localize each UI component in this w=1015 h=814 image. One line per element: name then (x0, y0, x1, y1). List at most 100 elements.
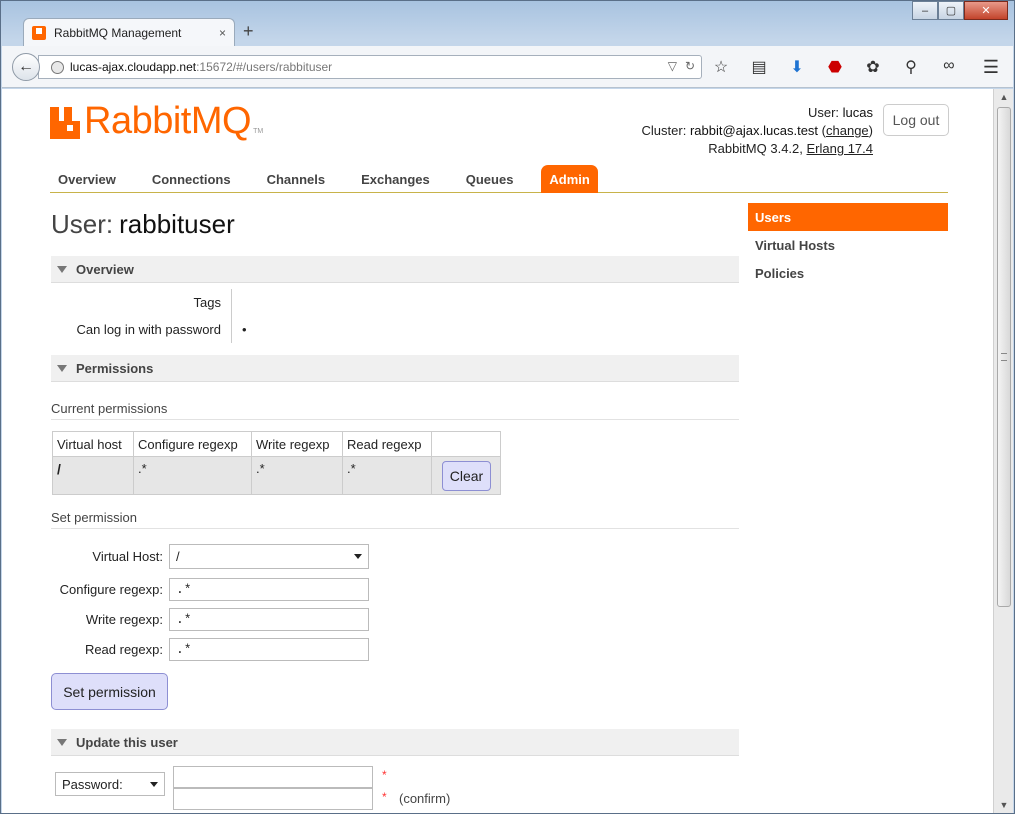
read-label: Read regexp: (84, 642, 163, 657)
table-row: / .* .* .* Clear (52, 456, 501, 495)
write-form-row: Write regexp: .* (51, 608, 369, 631)
clear-permission-button[interactable]: Clear (442, 461, 491, 491)
write-cell: .* (251, 456, 343, 495)
required-marker: * (382, 768, 387, 782)
navigation-toolbar: lucas-ajax.cloudapp.net:15672/#/users/ra… (2, 46, 1013, 88)
column-header: Write regexp (251, 431, 343, 457)
tab-admin[interactable]: Admin (541, 165, 598, 193)
required-marker: * (382, 790, 387, 804)
browser-tab[interactable]: RabbitMQ Management × (23, 18, 235, 46)
adblock-icon[interactable]: ⬣ (824, 57, 846, 77)
sidebar-item-users[interactable]: Users (748, 203, 948, 231)
scroll-down-arrow-icon[interactable]: ▼ (994, 797, 1014, 813)
search-extension-icon[interactable]: ⚲ (900, 57, 922, 77)
logo-text: RabbitMQ (84, 100, 252, 142)
back-button[interactable]: ← (12, 53, 40, 81)
page-title: User: rabbituser (51, 209, 235, 240)
main-tabs: Overview Connections Channels Exchanges … (50, 165, 948, 193)
collapse-triangle-icon (57, 364, 67, 372)
password-input[interactable] (173, 766, 373, 788)
browser-window: – ▢ ✕ RabbitMQ Management × + lucas-ajax… (0, 0, 1015, 814)
tab-queues[interactable]: Queues (458, 165, 522, 193)
tab-connections[interactable]: Connections (144, 165, 239, 193)
hamburger-menu-icon[interactable]: ☰ (983, 57, 999, 78)
window-controls: – ▢ ✕ (912, 1, 1008, 20)
vhost-select[interactable]: / (169, 544, 369, 569)
configure-regexp-input[interactable]: .* (169, 578, 369, 601)
back-arrow-icon: ← (18, 58, 34, 75)
cluster-label: Cluster: (641, 123, 687, 138)
tab-title: RabbitMQ Management (54, 25, 182, 40)
vhost-label: Virtual Host: (92, 549, 163, 564)
user-label: User: (807, 105, 840, 120)
reload-icon[interactable]: ↻ (685, 59, 695, 73)
tab-close-icon[interactable]: × (219, 26, 226, 40)
column-header: Configure regexp (133, 431, 252, 457)
password-login-value: • (242, 322, 247, 337)
minimize-button[interactable]: – (912, 1, 938, 20)
address-bar[interactable]: lucas-ajax.cloudapp.net:15672/#/users/ra… (38, 55, 702, 79)
chevron-down-icon (150, 781, 158, 787)
reading-list-icon[interactable]: ▤ (748, 57, 770, 77)
confirm-label: (confirm) (399, 791, 451, 806)
read-regexp-input[interactable]: .* (169, 638, 369, 661)
password-login-label: Can log in with password (51, 316, 232, 343)
tab-overview[interactable]: Overview (50, 165, 124, 193)
url-tools: ▽ ↻ (668, 59, 695, 73)
version-text: RabbitMQ 3.4.2, (708, 141, 803, 156)
rabbitmq-logo-icon (50, 107, 80, 139)
new-tab-button[interactable]: + (243, 21, 254, 42)
column-header: Virtual host (52, 431, 134, 457)
set-permission-button[interactable]: Set permission (51, 673, 168, 710)
user-value: lucas (842, 105, 873, 120)
column-header: Read regexp (342, 431, 432, 457)
password-confirm-input[interactable] (173, 788, 373, 810)
download-icon[interactable]: ⬇ (786, 57, 808, 77)
url-host: lucas-ajax.cloudapp.net (70, 60, 197, 74)
update-user-heading: Update this user (76, 734, 178, 750)
configure-cell: .* (133, 456, 252, 495)
rabbitmq-favicon-icon (32, 25, 46, 40)
configure-label: Configure regexp: (59, 582, 163, 597)
current-permissions-heading: Current permissions (51, 401, 739, 420)
logo-trademark: TM (253, 128, 264, 135)
change-cluster-link[interactable]: change (826, 123, 869, 138)
read-cell: .* (342, 456, 432, 495)
scroll-up-arrow-icon[interactable]: ▲ (994, 89, 1014, 105)
tab-exchanges[interactable]: Exchanges (353, 165, 438, 193)
close-window-button[interactable]: ✕ (964, 1, 1008, 20)
bookmark-star-icon[interactable]: ☆ (710, 57, 732, 77)
update-user-section-toggle[interactable]: Update this user (51, 729, 739, 756)
toolbar-icons: ☆ ▤ ⬇ ⬣ ✿ ⚲ ∞ (710, 57, 960, 77)
tags-label: Tags (51, 289, 232, 316)
overview-section-toggle[interactable]: Overview (51, 256, 739, 283)
sidebar-item-virtual-hosts[interactable]: Virtual Hosts (748, 231, 948, 259)
scroll-thumb[interactable] (997, 107, 1011, 607)
extension-icon[interactable]: ✿ (862, 57, 884, 77)
maximize-button[interactable]: ▢ (938, 1, 964, 20)
vertical-scrollbar[interactable]: ▲ ▼ (993, 89, 1013, 813)
vhost-cell: / (52, 456, 134, 495)
detail-row: Tags (51, 289, 739, 316)
dropdown-arrow-icon[interactable]: ▽ (668, 59, 677, 73)
write-regexp-input[interactable]: .* (169, 608, 369, 631)
configure-form-row: Configure regexp: .* (51, 578, 369, 601)
overview-heading: Overview (76, 261, 134, 277)
password-mode-value: Password: (62, 776, 123, 792)
permissions-heading: Permissions (76, 360, 154, 376)
sidebar-item-policies[interactable]: Policies (748, 259, 948, 287)
collapse-triangle-icon (57, 738, 67, 746)
password-mode-select[interactable]: Password: (55, 772, 165, 796)
vhost-select-value: / (176, 549, 180, 564)
rabbitmq-logo[interactable]: RabbitMQ TM (50, 100, 264, 142)
permissions-section-toggle[interactable]: Permissions (51, 355, 739, 382)
mask-icon[interactable]: ∞ (938, 57, 960, 77)
set-permission-heading: Set permission (51, 510, 739, 529)
logout-button[interactable]: Log out (883, 104, 949, 136)
login-info: User: lucas Cluster: rabbit@ajax.lucas.t… (641, 105, 874, 156)
vhost-form-row: Virtual Host: / (51, 544, 369, 569)
page-title-user: rabbituser (119, 209, 235, 239)
tab-channels[interactable]: Channels (259, 165, 334, 193)
erlang-version-link[interactable]: Erlang 17.4 (807, 141, 874, 156)
admin-sidebar: Users Virtual Hosts Policies (748, 203, 948, 287)
